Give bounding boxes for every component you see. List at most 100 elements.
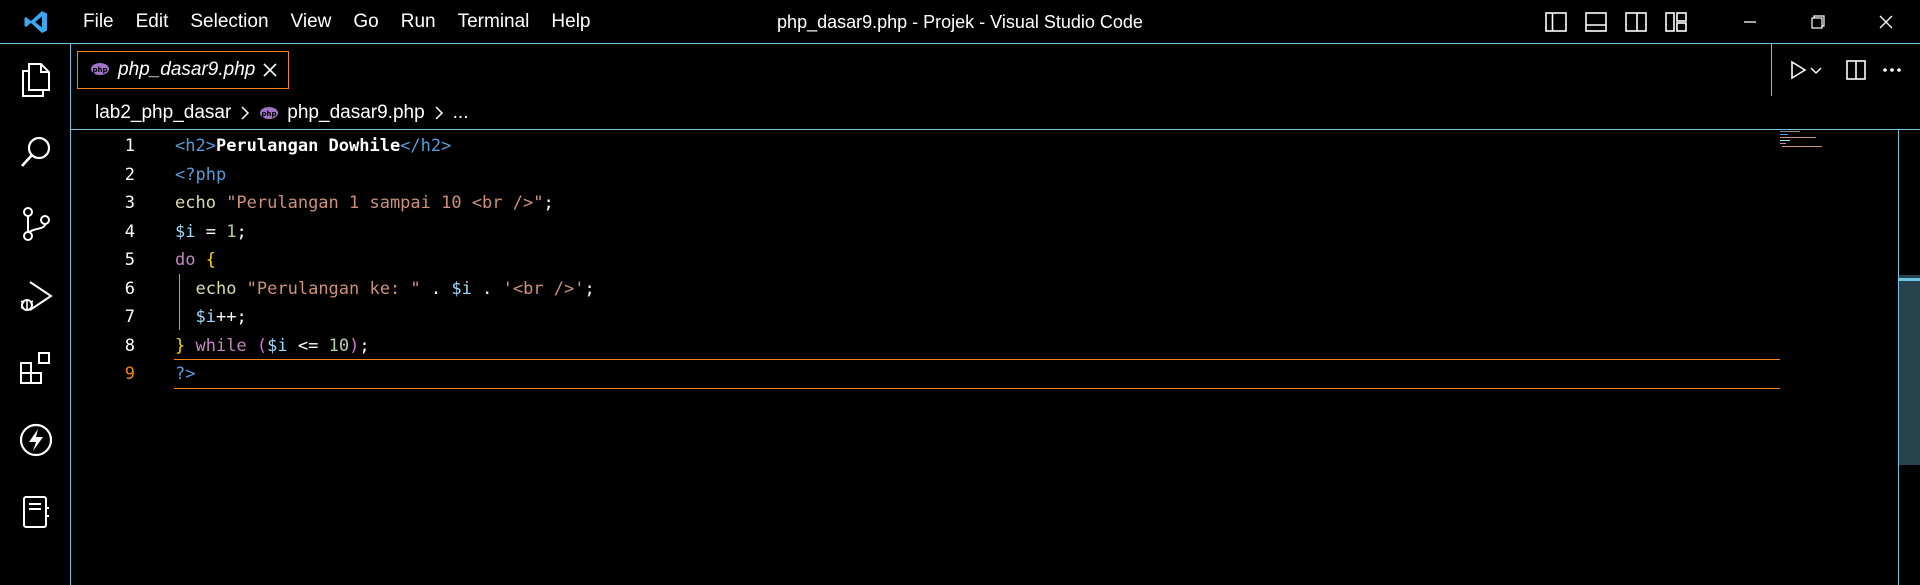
vscode-logo-icon (0, 0, 72, 44)
overview-ruler-mark (1899, 278, 1920, 281)
editor-tabs: php php_dasar9.php (71, 44, 1920, 96)
menu-item-help[interactable]: Help (540, 0, 601, 44)
code-line[interactable]: 2 <?php (71, 161, 1781, 189)
code-line[interactable]: 3 echo "Perulangan 1 sampai 10 <br />"; (71, 189, 1781, 217)
customize-layout-icon[interactable] (1656, 0, 1696, 44)
code-token: <?php (175, 164, 227, 185)
code-token: 1 (226, 221, 237, 242)
line-number: 8 (124, 335, 135, 356)
code-token: <= (287, 335, 329, 356)
code-text: $i = 1; (175, 218, 247, 246)
code-token: . (420, 278, 452, 299)
svg-text:php: php (262, 110, 277, 118)
code-text: echo "Perulangan 1 sampai 10 <br />"; (175, 189, 554, 217)
activity-bar (0, 44, 71, 585)
search-icon[interactable] (0, 120, 71, 184)
code-line[interactable]: 4 $i = 1; (71, 218, 1781, 246)
code-token: ; (584, 278, 595, 299)
code-token: 10 (328, 335, 350, 356)
code-token: $i (195, 307, 216, 327)
explorer-icon[interactable] (0, 48, 71, 112)
line-number: 5 (124, 250, 135, 270)
minimap[interactable] (1780, 130, 1840, 150)
code-text: echo "Perulangan ke: " . $i . '<br />'; (175, 275, 595, 303)
svg-text:php: php (92, 66, 107, 74)
php-file-icon: php (259, 106, 279, 120)
breadcrumb-file[interactable]: php_dasar9.php (287, 102, 424, 124)
code-token: ?> (175, 364, 196, 384)
menu-item-selection[interactable]: Selection (179, 0, 279, 44)
line-number: 7 (124, 307, 135, 327)
breadcrumb-more[interactable]: ... (453, 102, 469, 124)
breadcrumb-folder[interactable]: lab2_php_dasar (95, 102, 231, 124)
menu-item-terminal[interactable]: Terminal (447, 0, 541, 44)
code-line[interactable]: 7 $i++; (71, 303, 1781, 331)
code-token: Perulangan Dowhile (215, 136, 401, 156)
code-token: echo (195, 278, 247, 299)
code-line[interactable]: 9 ?> (71, 359, 1781, 389)
code-token: echo (175, 193, 227, 213)
code-line[interactable]: 8 } while ($i <= 10); (71, 332, 1781, 360)
code-token: "Perulangan 1 sampai 10 <br />" (226, 193, 544, 213)
line-number: 6 (124, 278, 135, 299)
code-token: '<br />' (502, 278, 585, 299)
scrollbar-thumb[interactable] (1899, 275, 1920, 465)
code-text: <h2>Perulangan Dowhile</h2> (175, 132, 451, 160)
code-token: do (175, 250, 206, 270)
php-file-icon: php (90, 61, 110, 80)
line-number: 2 (124, 164, 135, 185)
code-token: $i (175, 221, 196, 242)
code-token: . (471, 278, 503, 299)
line-number: 3 (124, 193, 135, 213)
minimize-icon[interactable] (1716, 0, 1784, 44)
code-text: } while ($i <= 10); (175, 332, 370, 360)
tab-php-dasar9[interactable]: php php_dasar9.php (77, 51, 289, 89)
chevron-right-icon (434, 105, 444, 120)
line-number: 1 (124, 136, 135, 156)
lightning-icon[interactable] (0, 408, 71, 472)
code-token: = (195, 221, 227, 242)
code-token: ; (359, 335, 370, 356)
menu-item-edit[interactable]: Edit (125, 0, 180, 44)
code-editor[interactable]: 1 <h2>Perulangan Dowhile</h2> 2 <?php 3 echo … (71, 130, 1920, 585)
code-token: $i (451, 278, 472, 299)
current-line-highlight (174, 359, 1780, 389)
code-text: $i++; (175, 303, 246, 331)
toggle-primary-sidebar-icon[interactable] (1536, 0, 1576, 44)
vertical-scrollbar[interactable] (1898, 130, 1920, 585)
code-token: ; (236, 221, 247, 242)
title-bar: File Edit Selection View Go Run Terminal Help p… (0, 0, 1920, 44)
code-line[interactable]: 1 <h2>Perulangan Dowhile</h2> (71, 132, 1781, 160)
split-editor-icon[interactable] (1838, 52, 1874, 88)
toggle-panel-icon[interactable] (1576, 0, 1616, 44)
restore-icon[interactable] (1784, 0, 1852, 44)
code-token: <h2> (175, 136, 216, 156)
run-debug-icon[interactable] (0, 264, 71, 328)
menu-item-view[interactable]: View (280, 0, 343, 44)
code-text: do { (175, 246, 216, 274)
close-icon[interactable] (260, 60, 280, 80)
editor-actions (1771, 44, 1920, 96)
tab-label: php_dasar9.php (118, 59, 256, 80)
toggle-secondary-sidebar-icon[interactable] (1616, 0, 1656, 44)
menu-item-file[interactable]: File (72, 0, 125, 44)
menu-bar: File Edit Selection View Go Run Terminal Help (72, 0, 602, 44)
code-token: ; (543, 193, 554, 213)
more-actions-icon[interactable] (1874, 52, 1910, 88)
close-icon[interactable] (1852, 0, 1920, 44)
code-line[interactable]: 5 do { (71, 246, 1781, 274)
code-token: ) (349, 335, 360, 356)
source-control-icon[interactable] (0, 192, 71, 256)
chevron-down-icon[interactable] (1808, 52, 1824, 88)
code-text: <?php (175, 161, 226, 189)
code-token: "Perulangan ke: " (246, 278, 421, 299)
code-token: { (205, 250, 216, 270)
menu-item-go[interactable]: Go (342, 0, 389, 44)
code-text: ?> (175, 360, 195, 388)
extensions-icon[interactable] (0, 336, 71, 400)
notebook-icon[interactable] (0, 480, 71, 544)
code-line[interactable]: 6 echo "Perulangan ke: " . $i . '<br />'… (71, 275, 1781, 303)
menu-item-run[interactable]: Run (390, 0, 447, 44)
line-number: 4 (124, 221, 135, 242)
